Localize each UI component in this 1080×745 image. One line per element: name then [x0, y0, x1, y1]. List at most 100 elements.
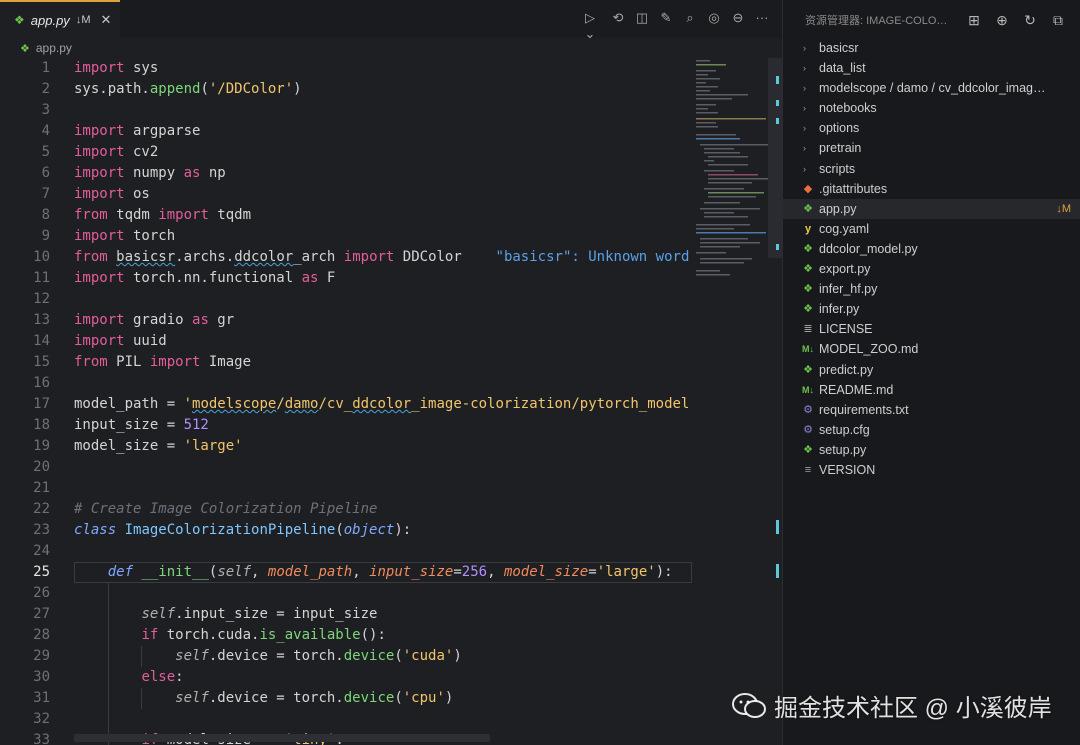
tree-file[interactable]: ◆ .gitattributes	[783, 179, 1080, 199]
close-icon[interactable]: ✕	[100, 12, 111, 28]
layout-icon[interactable]: ⊖	[730, 10, 746, 26]
refresh-icon[interactable]: ↻	[1021, 12, 1039, 29]
code-line[interactable]: 4 import argparse	[0, 121, 692, 142]
tab-app-py[interactable]: ❖ app.py ↓M ✕	[0, 0, 120, 38]
code-line[interactable]: 2 sys.path.append('/DDColor')	[0, 79, 692, 100]
tree-folder[interactable]: › scripts	[783, 159, 1080, 179]
tree-folder[interactable]: › notebooks	[783, 98, 1080, 118]
git-change-marker	[776, 118, 779, 124]
tree-file[interactable]: M↓ MODEL_ZOO.md	[783, 339, 1080, 359]
tree-file[interactable]: ❖ app.py ↓M	[783, 198, 1080, 219]
code-line[interactable]: 1 import sys	[0, 58, 692, 79]
code-line[interactable]: 17 model_path = 'modelscope/damo/cv_ddcol…	[0, 394, 692, 415]
scrollbar-thumb[interactable]	[768, 58, 782, 258]
minimap[interactable]	[694, 58, 768, 298]
tree-file[interactable]: ❖ infer.py	[783, 299, 1080, 319]
line-number: 12	[33, 291, 50, 307]
code-line[interactable]: 11 import torch.nn.functional as F	[0, 268, 692, 289]
code-text[interactable]: import uuid	[74, 331, 167, 352]
tree-folder[interactable]: › data_list	[783, 58, 1080, 78]
code-line[interactable]: 23 class ImageColorizationPipeline(object…	[0, 520, 692, 541]
code-line[interactable]: 15 from PIL import Image	[0, 352, 692, 373]
code-text[interactable]: class ImageColorizationPipeline(object):	[74, 520, 411, 541]
code-line[interactable]: 24	[0, 541, 692, 562]
code-text[interactable]: import torch.nn.functional as F	[74, 268, 335, 289]
collapse-icon[interactable]: ⧉	[1049, 12, 1067, 29]
tree-folder[interactable]: › modelscope / damo / cv_ddcolor_image-co…	[783, 78, 1080, 98]
code-text[interactable]: def __init__(self, model_path, input_siz…	[74, 562, 673, 583]
code-line[interactable]: 28 if torch.cuda.is_available():	[0, 625, 692, 646]
history-icon[interactable]: ⟲	[610, 10, 626, 26]
tree-file[interactable]: ≡ VERSION	[783, 460, 1080, 480]
tree-file[interactable]: ❖ ddcolor_model.py	[783, 239, 1080, 259]
code-text[interactable]: sys.path.append('/DDColor')	[74, 79, 302, 100]
code-text[interactable]: model_size = 'large'	[74, 436, 243, 457]
code-line[interactable]: 12	[0, 289, 692, 310]
code-text[interactable]: from tqdm import tqdm	[74, 205, 251, 226]
new-file-icon[interactable]: ⊞	[965, 12, 983, 29]
tree-folder[interactable]: › options	[783, 118, 1080, 138]
code-text[interactable]: self.device = torch.device('cpu')	[74, 688, 453, 709]
code-line[interactable]: 22 # Create Image Colorization Pipeline	[0, 499, 692, 520]
horizontal-scrollbar[interactable]	[74, 734, 490, 742]
tree-file[interactable]: ≣ LICENSE	[783, 319, 1080, 339]
code-area[interactable]: 1 import sys 2 sys.path.append('/DDColor') 3…	[0, 58, 692, 745]
breadcrumb-file[interactable]: app.py	[36, 41, 72, 55]
tree-file[interactable]: ⚙ requirements.txt	[783, 400, 1080, 420]
code-line[interactable]: 6 import numpy as np	[0, 163, 692, 184]
code-text[interactable]: import gradio as gr	[74, 310, 234, 331]
code-line[interactable]: 20	[0, 457, 692, 478]
vertical-scrollbar[interactable]	[768, 58, 782, 738]
code-text[interactable]: self.device = torch.device('cuda')	[74, 646, 462, 667]
code-line[interactable]: 25 def __init__(self, model_path, input_…	[0, 562, 692, 583]
split-icon[interactable]: ◫	[634, 10, 650, 26]
code-text[interactable]: from basicsr.archs.ddcolor_arch import D…	[74, 247, 692, 268]
run-icon[interactable]: ▷ ⌄	[578, 10, 602, 41]
tree-file[interactable]: ❖ predict.py	[783, 360, 1080, 380]
code-line[interactable]: 19 model_size = 'large'	[0, 436, 692, 457]
code-line[interactable]: 3	[0, 100, 692, 121]
code-text[interactable]: from PIL import Image	[74, 352, 251, 373]
code-line[interactable]: 10 from basicsr.archs.ddcolor_arch import…	[0, 247, 692, 268]
code-text[interactable]: if torch.cuda.is_available():	[74, 625, 385, 646]
tree-file[interactable]: ❖ export.py	[783, 259, 1080, 279]
code-text[interactable]: import numpy as np	[74, 163, 226, 184]
code-line[interactable]: 18 input_size = 512	[0, 415, 692, 436]
code-text[interactable]: self.input_size = input_size	[74, 604, 377, 625]
code-line[interactable]: 13 import gradio as gr	[0, 310, 692, 331]
code-text[interactable]: model_path = 'modelscope/damo/cv_ddcolor…	[74, 394, 692, 415]
code-line[interactable]: 27 self.input_size = input_size	[0, 604, 692, 625]
code-text[interactable]: import torch	[74, 226, 175, 247]
edit-icon[interactable]: ✎	[658, 10, 674, 26]
tree-file[interactable]: ⚙ setup.cfg	[783, 420, 1080, 440]
code-text[interactable]: # Create Image Colorization Pipeline	[74, 499, 377, 520]
code-line[interactable]: 14 import uuid	[0, 331, 692, 352]
code-line[interactable]: 31 self.device = torch.device('cpu')	[0, 688, 692, 709]
code-line[interactable]: 21	[0, 478, 692, 499]
tree-folder[interactable]: › basicsr	[783, 38, 1080, 58]
code-line[interactable]: 30 else:	[0, 667, 692, 688]
code-line[interactable]: 26	[0, 583, 692, 604]
code-line[interactable]: 7 import os	[0, 184, 692, 205]
code-text[interactable]: import os	[74, 184, 150, 205]
code-text[interactable]: import cv2	[74, 142, 158, 163]
code-line[interactable]: 9 import torch	[0, 226, 692, 247]
code-line[interactable]: 8 from tqdm import tqdm	[0, 205, 692, 226]
search-icon[interactable]: ⌕	[682, 10, 698, 26]
tree-file[interactable]: ❖ infer_hf.py	[783, 279, 1080, 299]
target-icon[interactable]: ◎	[706, 10, 722, 26]
code-line[interactable]: 32	[0, 709, 692, 730]
code-text[interactable]: import argparse	[74, 121, 200, 142]
more-icon[interactable]: ···	[754, 10, 770, 26]
tree-file[interactable]: ❖ setup.py	[783, 440, 1080, 460]
new-folder-icon[interactable]: ⊕	[993, 12, 1011, 29]
tree-file[interactable]: y cog.yaml	[783, 219, 1080, 239]
code-text[interactable]: input_size = 512	[74, 415, 209, 436]
code-line[interactable]: 16	[0, 373, 692, 394]
code-text[interactable]: import sys	[74, 58, 158, 79]
tree-file[interactable]: M↓ README.md	[783, 380, 1080, 400]
code-text[interactable]: else:	[74, 667, 183, 688]
tree-folder[interactable]: › pretrain	[783, 138, 1080, 158]
code-line[interactable]: 29 self.device = torch.device('cuda')	[0, 646, 692, 667]
code-line[interactable]: 5 import cv2	[0, 142, 692, 163]
